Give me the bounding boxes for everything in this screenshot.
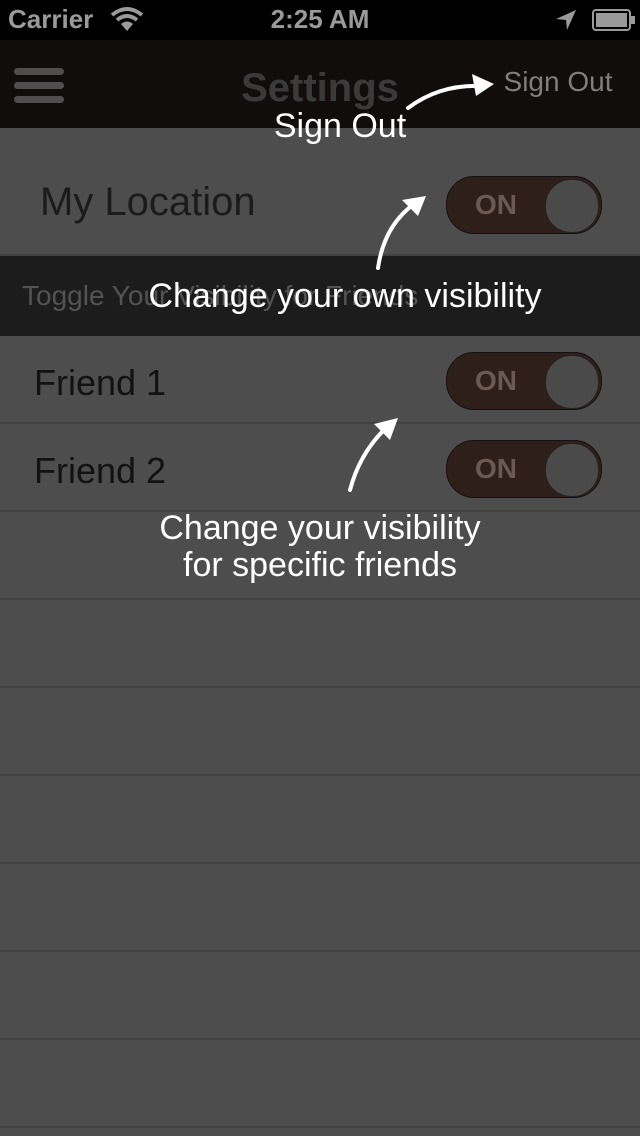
tutorial-friends-line-2: for specific friends [183,546,457,585]
tutorial-friends-visibility-label: Change your visibility for specific frie… [120,509,520,585]
tutorial-own-visibility-label: Change your own visibility [148,277,542,315]
tutorial-sign-out-label: Sign Out [273,107,407,145]
tutorial-friends-line-1: Change your visibility [159,509,481,547]
